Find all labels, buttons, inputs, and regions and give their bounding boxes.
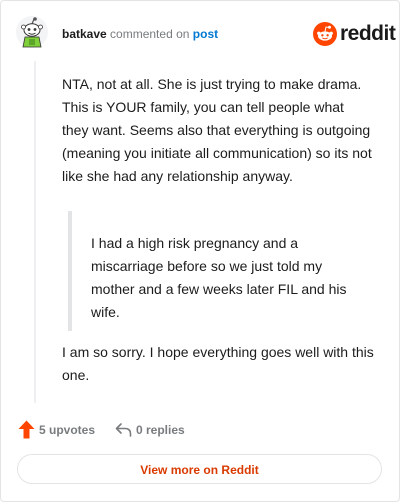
- comment-paragraph: NTA, not at all. She is just trying to m…: [62, 76, 372, 184]
- byline: batkave commented on post: [62, 26, 218, 42]
- comment-body: NTA, not at all. She is just trying to m…: [62, 73, 374, 188]
- post-link[interactable]: post: [193, 27, 218, 41]
- reply-arrow-icon[interactable]: [115, 421, 132, 438]
- comment-reply-paragraph: I am so sorry. I hope everything goes we…: [62, 344, 374, 383]
- upvotes-count[interactable]: 5 upvotes: [39, 419, 95, 441]
- view-more-button[interactable]: View more on Reddit: [17, 454, 382, 484]
- embedded-comment-card: batkave commented on post reddit NTA, no…: [0, 0, 400, 502]
- blockquote-text: I had a high risk pregnancy and a miscar…: [91, 235, 347, 320]
- thread-line: [34, 61, 36, 403]
- username-link[interactable]: batkave: [62, 27, 107, 41]
- reddit-logo-icon: [313, 22, 337, 46]
- upvote-arrow-icon[interactable]: [18, 420, 35, 439]
- logo-text: reddit: [340, 22, 396, 45]
- reddit-logo[interactable]: reddit: [313, 21, 396, 47]
- comment-header: batkave commented on post reddit: [1, 1, 399, 61]
- comment-actions: 5 upvotes 0 replies: [18, 419, 378, 441]
- blockquote-bar: [68, 211, 72, 331]
- action-text: commented on: [110, 27, 190, 41]
- replies-count[interactable]: 0 replies: [136, 419, 185, 441]
- snoo-avatar-icon[interactable]: [16, 16, 48, 48]
